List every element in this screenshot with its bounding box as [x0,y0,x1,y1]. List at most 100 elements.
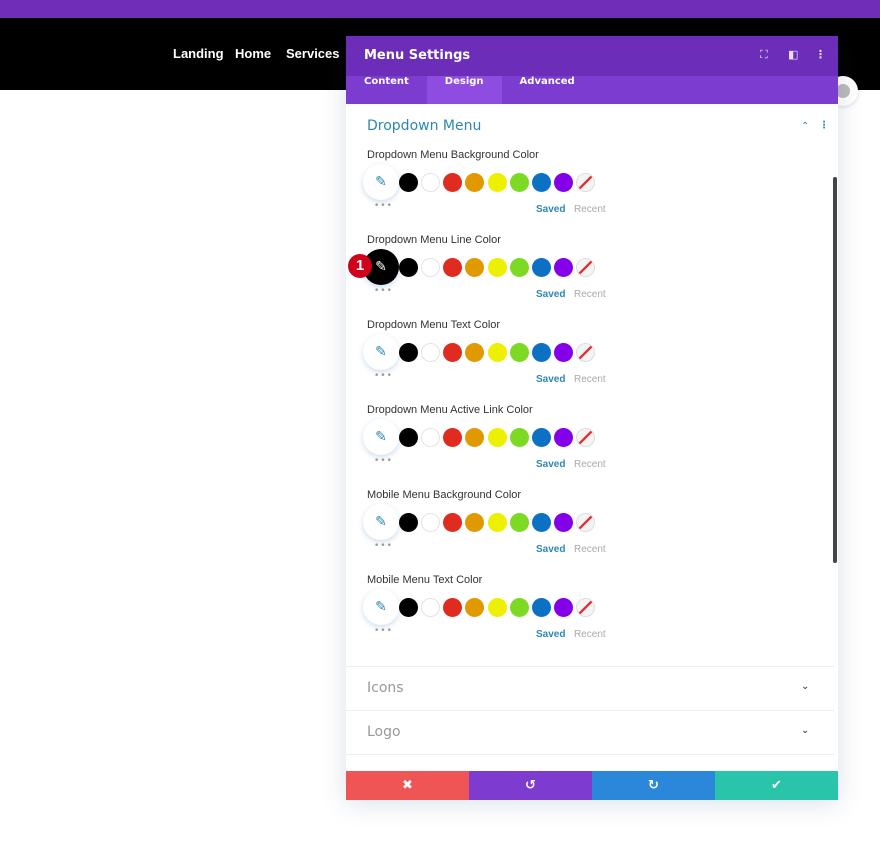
color-swatch[interactable] [510,598,529,617]
eyedropper-icon[interactable]: ✎ [363,589,399,625]
save-button[interactable]: ✔ [715,771,838,800]
color-swatch[interactable] [421,428,440,447]
color-swatch[interactable] [488,513,507,532]
color-swatch[interactable] [554,513,573,532]
chevron-up-icon[interactable]: ⌃ [801,121,809,132]
clear-color-swatch[interactable] [576,598,595,617]
section-options-icon[interactable]: ⋮ [819,120,829,131]
more-icon[interactable]: ••• [374,456,393,466]
tab-advanced[interactable]: Advanced [502,76,593,104]
color-swatch[interactable] [488,598,507,617]
clear-color-swatch[interactable] [576,258,595,277]
color-swatch[interactable] [488,343,507,362]
color-swatch[interactable] [532,513,551,532]
recent-colors-tab[interactable]: Recent [574,629,606,640]
nav-link-services[interactable]: Services [286,46,340,61]
color-swatch[interactable] [421,173,440,192]
color-swatch[interactable] [443,428,462,447]
color-swatch[interactable] [532,343,551,362]
color-swatch[interactable] [443,598,462,617]
more-icon[interactable]: ••• [374,201,393,211]
color-swatch[interactable] [421,258,440,277]
color-swatch[interactable] [488,258,507,277]
tab-design[interactable]: Design [426,76,502,104]
recent-colors-tab[interactable]: Recent [574,459,606,470]
color-swatch[interactable] [421,598,440,617]
undo-button[interactable]: ↺ [469,771,592,800]
color-swatch[interactable] [532,428,551,447]
redo-button[interactable]: ↻ [592,771,715,800]
tab-content[interactable]: Content [346,76,427,104]
color-swatch[interactable] [421,513,440,532]
color-swatch[interactable] [554,173,573,192]
color-swatch[interactable] [399,513,418,532]
clear-color-swatch[interactable] [576,173,595,192]
color-swatch[interactable] [443,258,462,277]
section-icons[interactable]: Icons ⌄ [346,666,834,710]
color-swatch[interactable] [554,343,573,362]
saved-colors-tab[interactable]: Saved [536,459,565,470]
color-swatch[interactable] [465,428,484,447]
fullscreen-icon[interactable]: ⛶ [760,48,768,62]
color-swatch[interactable] [399,598,418,617]
color-swatch[interactable] [465,258,484,277]
saved-colors-tab[interactable]: Saved [536,289,565,300]
more-icon[interactable]: ••• [374,541,393,551]
color-swatch[interactable] [532,173,551,192]
color-swatch[interactable] [399,258,418,277]
color-swatch[interactable] [488,173,507,192]
nav-link-landing[interactable]: Landing [173,46,224,61]
color-swatch[interactable] [510,428,529,447]
more-icon[interactable]: ••• [374,371,393,381]
color-swatch[interactable] [554,598,573,617]
more-icon[interactable]: ••• [374,286,393,296]
color-swatch[interactable] [443,173,462,192]
color-swatch[interactable] [465,343,484,362]
nav-link-home[interactable]: Home [235,46,271,61]
clear-color-swatch[interactable] [576,428,595,447]
color-swatch[interactable] [510,173,529,192]
saved-colors-tab[interactable]: Saved [536,629,565,640]
color-swatch[interactable] [443,513,462,532]
clear-color-swatch[interactable] [576,513,595,532]
color-swatch[interactable] [465,513,484,532]
color-swatch[interactable] [554,428,573,447]
split-view-icon[interactable]: ◧ [788,48,798,61]
color-swatch[interactable] [532,258,551,277]
color-setting-row: Dropdown Menu Active Link Color ✎ ••• Saved… [346,404,838,489]
color-swatch[interactable] [465,173,484,192]
color-swatch[interactable] [488,428,507,447]
section-title[interactable]: Dropdown Menu [367,118,481,134]
color-setting-row: Dropdown Menu Background Color ✎ ••• Saved R… [346,149,838,234]
section-logo[interactable]: Logo ⌄ [346,710,834,754]
more-options-icon[interactable]: ⋮ [815,48,826,61]
color-swatch[interactable] [465,598,484,617]
clear-color-swatch[interactable] [576,343,595,362]
eyedropper-icon[interactable]: ✎ [363,419,399,455]
color-swatch[interactable] [399,343,418,362]
recent-colors-tab[interactable]: Recent [574,204,606,215]
recent-colors-tab[interactable]: Recent [574,544,606,555]
color-swatch[interactable] [510,258,529,277]
color-swatch[interactable] [554,258,573,277]
saved-colors-tab[interactable]: Saved [536,544,565,555]
panel-header: Menu Settings ⛶ ◧ ⋮ [346,36,838,76]
color-swatch[interactable] [421,343,440,362]
color-swatch[interactable] [399,173,418,192]
color-setting-row: Dropdown Menu Line Color 1 ✎ ••• Saved Recent [346,234,838,319]
eyedropper-icon[interactable]: ✎ [363,504,399,540]
cancel-button[interactable]: ✖ [346,771,469,800]
color-swatch[interactable] [443,343,462,362]
scrollbar[interactable] [833,177,837,563]
recent-colors-tab[interactable]: Recent [574,374,606,385]
color-swatch[interactable] [510,343,529,362]
color-swatch[interactable] [399,428,418,447]
color-swatch[interactable] [532,598,551,617]
eyedropper-icon[interactable]: ✎ [363,334,399,370]
saved-colors-tab[interactable]: Saved [536,204,565,215]
recent-colors-tab[interactable]: Recent [574,289,606,300]
eyedropper-icon[interactable]: ✎ [363,164,399,200]
color-swatch[interactable] [510,513,529,532]
more-icon[interactable]: ••• [374,626,393,636]
saved-colors-tab[interactable]: Saved [536,374,565,385]
